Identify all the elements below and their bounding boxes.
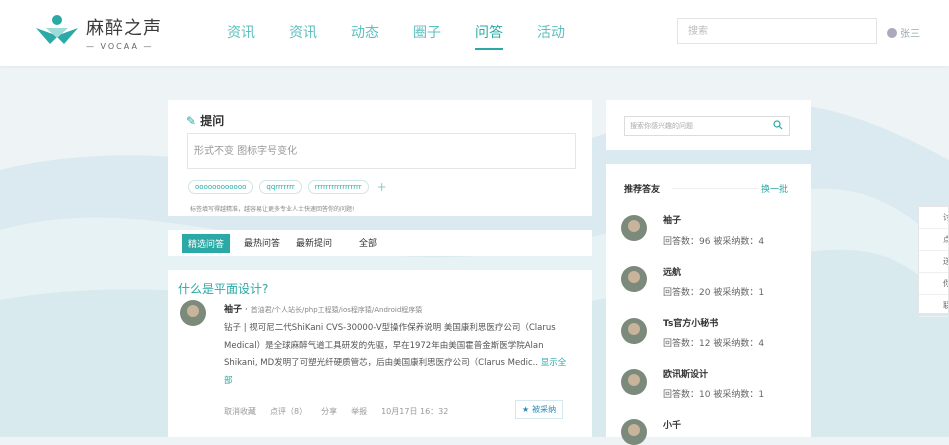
comment-button[interactable]: 点评（8） — [270, 406, 307, 417]
nav-item-news[interactable]: 资讯 — [227, 22, 255, 50]
tab-hot[interactable]: 最热问答 — [244, 236, 280, 249]
user-icon — [887, 27, 897, 38]
question-author: 袖子 · 首油君/个人站长/php工程猿/ios程序猿/Android程序猿 — [224, 305, 423, 315]
answerer-name[interactable]: 袖子 — [663, 213, 681, 226]
float-item[interactable]: 联 — [919, 295, 948, 317]
recommended-answerers: 推荐答友 换一批 袖子 回答数：96 被采纳数：4 远航 回答数：20 被采纳数… — [606, 164, 811, 445]
nav-item-events[interactable]: 活动 — [537, 22, 565, 50]
share-button[interactable]: 分享 — [321, 406, 337, 417]
tab-all[interactable]: 全部 — [359, 236, 377, 249]
avatar[interactable] — [621, 419, 647, 445]
avatar[interactable] — [621, 318, 647, 344]
avatar[interactable] — [621, 369, 647, 395]
float-item[interactable]: 送 — [919, 251, 948, 273]
answerer-stats: 回答数：20 被采纳数：1 — [663, 288, 765, 298]
answerer-name[interactable]: Ts官方小秘书 — [663, 316, 718, 329]
question-tabs: 精选问答 最热问答 最新提问 全部 — [168, 230, 592, 256]
sidebar-search-card: 搜索你感兴趣的问题 — [606, 100, 811, 150]
nav-item-qa[interactable]: 问答 — [475, 22, 503, 50]
tag-item[interactable]: oooooooooooo — [188, 180, 254, 194]
divider — [672, 188, 758, 189]
unfavorite-button[interactable]: 取消收藏 — [224, 406, 256, 417]
star-icon: ★ — [522, 405, 530, 414]
main-nav: 资讯 资讯 动态 圈子 问答 活动 — [227, 22, 599, 50]
tab-newest[interactable]: 最新提问 — [296, 236, 332, 249]
question-title[interactable]: 什么是平面设计? — [178, 280, 268, 297]
question-body: 钻子 | 视可尼二代ShiKani CVS-30000-V型操作保养说明 美国康… — [224, 323, 567, 386]
avatar[interactable] — [621, 215, 647, 241]
nav-item-circle[interactable]: 圈子 — [413, 22, 441, 50]
add-tag-button[interactable]: + — [377, 180, 387, 194]
answerer-stats: 回答数：12 被采纳数：4 — [663, 339, 765, 349]
brand-name: 麻醉之声 — [86, 18, 162, 39]
answerer-name[interactable]: 远航 — [663, 265, 681, 278]
nav-item-feed[interactable]: 动态 — [351, 22, 379, 50]
float-item[interactable]: 你 — [919, 273, 948, 295]
tab-featured[interactable]: 精选问答 — [182, 234, 231, 253]
answerer-stats: 回答数：96 被采纳数：4 — [663, 237, 765, 247]
float-item[interactable]: 讨 — [919, 207, 948, 229]
tag-item[interactable]: rrrrrrrrrrrrrrrrr — [307, 180, 369, 194]
report-button[interactable]: 举报 — [351, 406, 367, 417]
logo-icon[interactable] — [34, 14, 80, 48]
header: 麻醉之声 — VOCAA — 资讯 资讯 动态 圈子 问答 活动 搜索 张三 — [0, 0, 949, 66]
question-actions: 取消收藏 点评（8） 分享 举报 10月17日 16：32 — [224, 406, 462, 417]
adopted-button[interactable]: ★ 被采纳 — [515, 400, 564, 419]
tag-hint: 标签填写得越精准，越容易让更多专业人士快速回答你的问题! — [190, 206, 355, 213]
answerer-name[interactable]: 欧讯斯设计 — [663, 367, 708, 380]
ask-title: ✎ 提问 — [186, 114, 225, 128]
rec-title: 推荐答友 — [624, 185, 661, 195]
question-card: 什么是平面设计? 袖子 · 首油君/个人站长/php工程猿/ios程序猿/And… — [168, 270, 592, 437]
tag-list: oooooooooooo qqrrrrrrr rrrrrrrrrrrrrrrrr… — [188, 180, 387, 194]
nav-item-news-2[interactable]: 资讯 — [289, 22, 317, 50]
user-menu[interactable]: 张三 — [887, 25, 920, 40]
tag-item[interactable]: qqrrrrrrr — [259, 180, 302, 194]
answerer-name[interactable]: 小千 — [663, 418, 681, 431]
brand-subtitle: — VOCAA — — [86, 42, 154, 51]
answerer-stats: 回答数：10 被采纳数：1 — [663, 390, 765, 400]
avatar[interactable] — [180, 300, 206, 326]
ask-input[interactable]: 形式不变 图标字号变化 — [187, 133, 576, 169]
avatar[interactable] — [621, 266, 647, 292]
user-name: 张三 — [900, 29, 920, 40]
timestamp: 10月17日 16：32 — [381, 407, 449, 416]
sidebar-search-input[interactable]: 搜索你感兴趣的问题 — [624, 116, 790, 136]
header-search-input[interactable]: 搜索 — [677, 18, 877, 44]
search-icon[interactable] — [773, 120, 783, 130]
pencil-icon: ✎ — [186, 114, 197, 128]
brand[interactable]: 麻醉之声 — VOCAA — — [86, 14, 162, 51]
floating-panel: 讨 点 送 你 联 — [918, 206, 949, 317]
ask-card: ✎ 提问 形式不变 图标字号变化 oooooooooooo qqrrrrrrr … — [168, 100, 592, 216]
refresh-button[interactable]: 换一批 — [761, 182, 788, 195]
float-item[interactable]: 点 — [919, 229, 948, 251]
